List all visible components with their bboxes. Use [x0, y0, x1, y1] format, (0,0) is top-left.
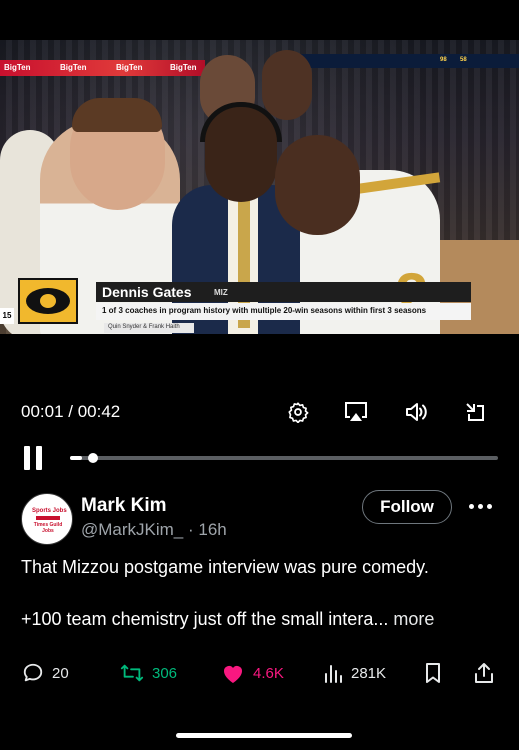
views-chart-icon [325, 665, 342, 683]
settings-gear-icon[interactable] [284, 398, 312, 426]
heart-icon [224, 666, 242, 683]
lower-third-name-bar: Dennis Gates MIZ [96, 282, 471, 302]
lower-third-badge: 15 [0, 308, 14, 324]
view-count: 281K [351, 664, 387, 682]
avatar-text: Times Guild Jobs [33, 522, 63, 534]
player-right-head [275, 135, 360, 235]
video-player[interactable]: BigTen BigTen BigTen BigTen 98 58 2 15 D… [0, 40, 519, 334]
more-options-icon[interactable] [465, 493, 495, 519]
bookmark-button[interactable] [423, 660, 443, 686]
reply-button[interactable]: 20 [22, 660, 69, 686]
pause-button[interactable] [22, 446, 46, 472]
post-text-truncated: +100 team chemistry just off the small i… [21, 609, 389, 629]
author-handle[interactable]: @MarkJKim_ · 16h [81, 520, 227, 540]
player-left-hair [72, 98, 162, 132]
lower-third-info-bar: 1 of 3 coaches in program history with m… [96, 303, 471, 320]
board-text: BigTen [170, 63, 197, 72]
video-timestamp: 00:01 / 00:42 [21, 402, 121, 421]
reply-count: 20 [52, 664, 69, 682]
coach-name: Dennis Gates [102, 284, 192, 300]
scrubber-progress [70, 456, 82, 460]
home-indicator[interactable] [176, 733, 352, 738]
volume-icon[interactable] [402, 398, 430, 426]
avatar-text: Sports Jobs [32, 508, 67, 514]
reply-icon [23, 663, 43, 682]
board-text: BigTen [60, 63, 87, 72]
share-button[interactable] [473, 660, 495, 686]
board-text: BigTen [116, 63, 143, 72]
tiger-logo-icon [18, 278, 78, 324]
repost-count: 306 [152, 664, 178, 682]
arena-led-board: BigTen BigTen BigTen BigTen [0, 60, 205, 76]
scoreboard-value: 98 [440, 57, 447, 63]
show-more-link[interactable]: more [393, 609, 434, 629]
background-player [262, 50, 312, 120]
post-text-line: That Mizzou postgame interview was pure … [21, 557, 429, 577]
arena-scoreboard: 98 58 [300, 54, 519, 68]
avatar-divider [36, 516, 60, 520]
board-text: BigTen [4, 63, 31, 72]
scoreboard-value: 58 [460, 57, 467, 63]
views-button[interactable]: 281K [323, 660, 386, 686]
like-count: 4.6K [253, 664, 284, 682]
author-name[interactable]: Mark Kim [81, 495, 167, 517]
lower-third-graphic: 15 Dennis Gates MIZ 1 of 3 coaches in pr… [0, 278, 471, 334]
school-abbr: MIZ [214, 288, 228, 297]
share-icon [475, 663, 493, 683]
lower-third-sub: Quin Snyder & Frank Haith [108, 324, 180, 330]
repost-icon [120, 664, 144, 682]
airplay-icon[interactable] [342, 398, 370, 426]
repost-button[interactable]: 306 [120, 660, 177, 686]
video-scrubber[interactable] [70, 453, 498, 463]
lower-third-info: 1 of 3 coaches in program history with m… [102, 306, 427, 315]
post-text-line: +100 team chemistry just off the small i… [21, 609, 434, 630]
lower-third-sub-bar: Quin Snyder & Frank Haith [104, 323, 194, 333]
scrubber-thumb[interactable] [87, 453, 98, 463]
avatar[interactable]: Sports Jobs Times Guild Jobs [21, 493, 73, 545]
exit-fullscreen-icon[interactable] [461, 398, 489, 426]
bookmark-icon [426, 663, 440, 683]
like-button[interactable]: 4.6K [221, 660, 284, 686]
follow-button[interactable]: Follow [362, 490, 452, 524]
